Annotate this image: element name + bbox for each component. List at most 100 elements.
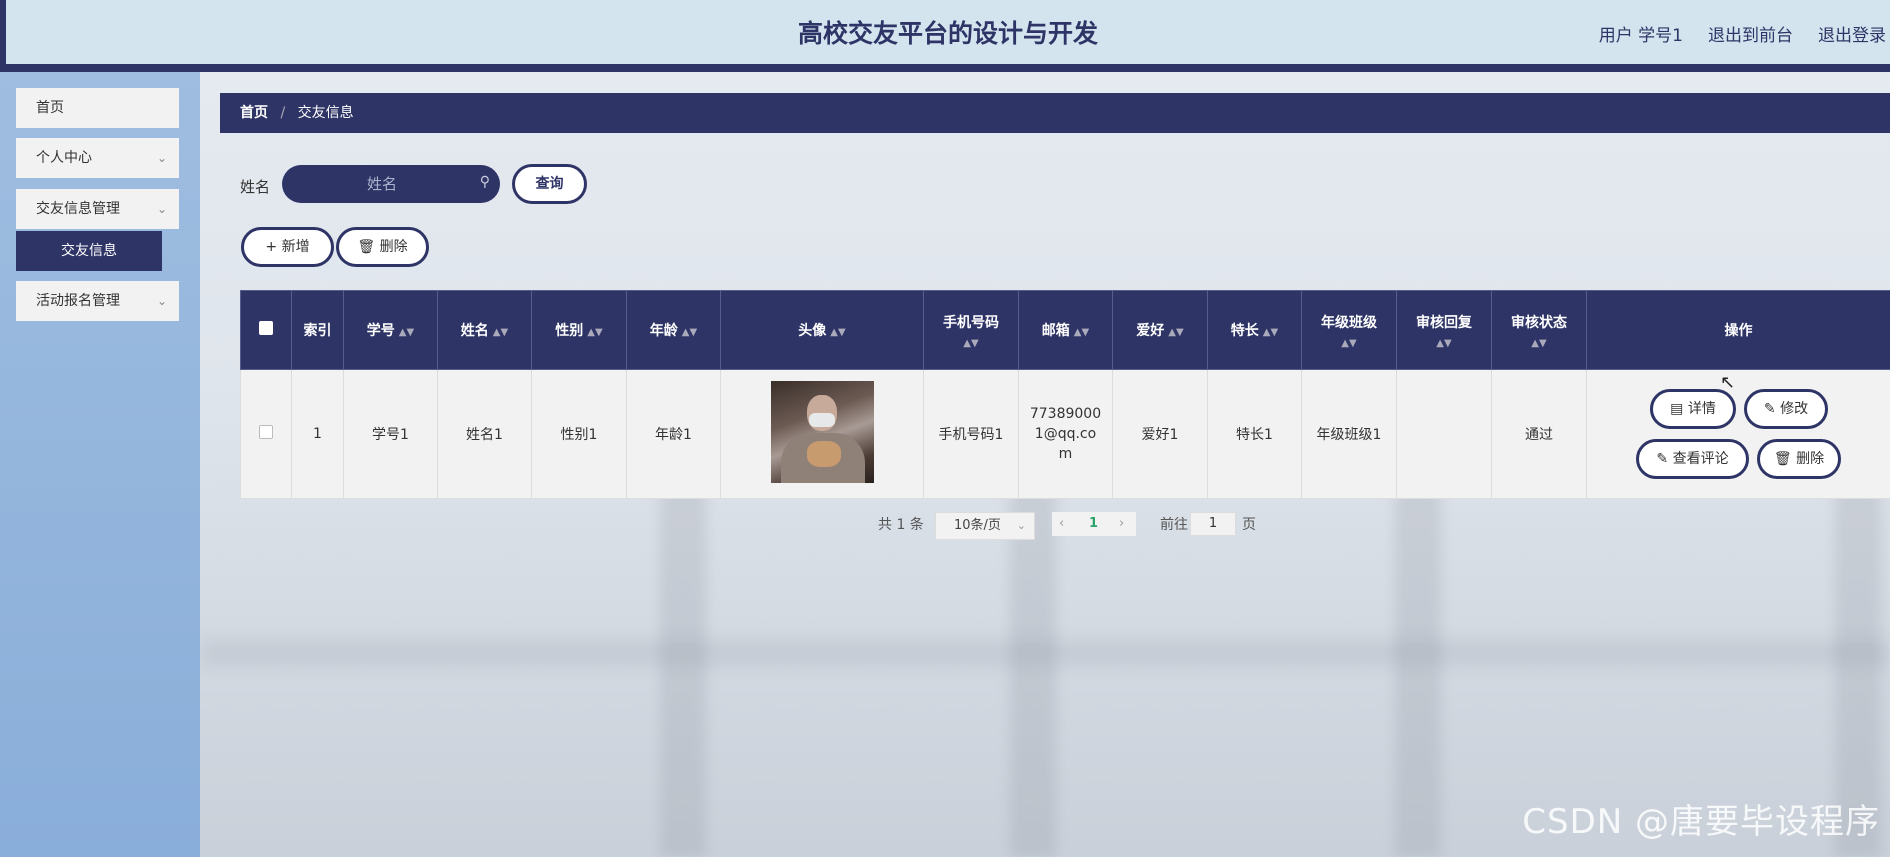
column-header[interactable]: 年龄 ▲▼ [626,290,721,370]
sidebar-item-activity-signup-management[interactable]: 活动报名管理 ⌄ [16,281,179,321]
page-number[interactable]: 1 [1089,512,1098,536]
sidebar-item-label: 首页 [36,100,64,116]
background-bar [200,640,1890,666]
sort-icon[interactable]: ▲▼ [1263,327,1278,338]
logout-link[interactable]: 退出登录 [1818,21,1886,46]
watermark: CSDN @唐要毕设程序 [1522,802,1880,842]
plus-icon: + [265,239,278,255]
column-header[interactable]: 姓名 ▲▼ [437,290,532,370]
background-pillar [1395,480,1441,857]
prev-page-icon[interactable]: ‹ [1059,512,1064,536]
column-label: 审核状态 [1511,314,1567,331]
column-header[interactable]: 特长 ▲▼ [1207,290,1302,370]
sort-icon[interactable]: ▲▼ [399,327,414,338]
search-box: ⚲ [282,165,500,203]
cell-avatar [720,369,924,499]
sort-icon[interactable]: ▲▼ [493,327,508,338]
cell-index: 1 [291,369,344,499]
column-header[interactable]: 手机号码 ▲▼ [923,290,1019,370]
page-size-value: 10条/页 [954,518,1001,533]
view-comments-button[interactable]: ✎ 查看评论 [1636,439,1749,479]
trash-icon: 🗑 [357,239,376,255]
exit-to-front-link[interactable]: 退出到前台 [1708,21,1793,46]
query-button[interactable]: 查询 [512,164,587,204]
top-header: 高校交友平台的设计与开发 用户 学号1 退出到前台 退出登录 [0,0,1890,72]
breadcrumb-home[interactable]: 首页 [240,105,268,121]
column-header[interactable]: 爱好 ▲▼ [1112,290,1208,370]
sort-icon[interactable]: ▲▼ [1397,338,1491,349]
sort-icon[interactable]: ▲▼ [682,327,697,338]
sort-icon[interactable]: ▲▼ [1074,327,1089,338]
column-label: 爱好 [1136,323,1165,339]
cell-age: 年龄1 [626,369,721,499]
column-label: 特长 [1230,323,1259,339]
column-header[interactable]: 审核回复 ▲▼ [1396,290,1492,370]
column-header[interactable]: 学号 ▲▼ [343,290,438,370]
chevron-down-icon: ⌄ [1016,519,1026,532]
pagination-nav: ‹ 1 › [1052,512,1136,536]
column-header[interactable]: 邮箱 ▲▼ [1018,290,1113,370]
breadcrumb-separator: / [280,105,286,121]
search-label: 姓名 [240,178,271,196]
column-label: 性别 [555,323,584,339]
delete-button-label: 删除 [379,239,408,255]
column-label: 审核回复 [1416,314,1472,331]
chevron-down-icon: ⌄ [156,151,167,165]
chevron-down-icon: ⌄ [156,294,167,308]
email-line: 77389000 [1029,406,1102,422]
search-icon: ⚲ [479,174,490,190]
select-all-checkbox[interactable] [259,321,273,335]
cell-name: 姓名1 [437,369,532,499]
cell-review-status: 通过 [1491,369,1587,499]
sort-icon[interactable]: ▲▼ [924,338,1018,349]
column-header[interactable]: 年级班级 ▲▼ [1301,290,1397,370]
view-comments-button-label: 查看评论 [1672,451,1729,467]
sort-icon[interactable]: ▲▼ [830,327,845,338]
next-page-icon[interactable]: › [1119,512,1124,536]
row-delete-button[interactable]: 🗑 删除 [1757,439,1841,479]
trash-icon: 🗑 [1773,451,1792,467]
row-checkbox[interactable] [259,425,273,439]
column-label: 手机号码 [943,314,999,331]
page-size-select[interactable]: 10条/页 ⌄ [935,512,1035,540]
cell-phone: 手机号码1 [923,369,1019,499]
column-header[interactable]: 头像 ▲▼ [720,290,924,370]
sort-icon[interactable]: ▲▼ [587,327,602,338]
sidebar-item-dating-info-management[interactable]: 交友信息管理 ⌄ [16,189,179,229]
cell-gender: 性别1 [531,369,627,499]
add-button[interactable]: + 新增 [241,227,334,267]
table-row: 1 学号1 姓名1 性别1 年龄1 手机号码1 77389000 1@qq.co… [240,369,1890,499]
cell-hobby: 爱好1 [1112,369,1208,499]
breadcrumb-current: 交友信息 [297,105,354,121]
sidebar-item-home[interactable]: 首页 [16,88,179,128]
pagination-total: 共 1 条 [878,517,924,533]
pencil-icon: ✎ [1656,451,1669,467]
column-label: 学号 [366,323,395,339]
mouse-cursor-icon: ↖ [1720,372,1736,393]
detail-button[interactable]: ▤ 详情 [1650,389,1736,429]
user-label[interactable]: 用户 学号1 [1599,21,1683,46]
document-icon: ▤ [1670,401,1684,417]
add-button-label: 新增 [281,239,310,255]
goto-page-input[interactable]: 1 [1190,512,1236,536]
sidebar-item-personal-center[interactable]: 个人中心 ⌄ [16,138,179,178]
cell-specialty: 特长1 [1207,369,1302,499]
cell-student-no: 学号1 [343,369,438,499]
sort-icon[interactable]: ▲▼ [1302,338,1396,349]
column-header[interactable]: 性别 ▲▼ [531,290,627,370]
page-suffix: 页 [1242,517,1256,533]
edit-button-label: 修改 [1780,401,1809,417]
column-header[interactable]: 审核状态 ▲▼ [1491,290,1587,370]
chevron-down-icon: ⌄ [156,202,167,216]
breadcrumb: 首页 / 交友信息 [220,93,1890,133]
name-search-input[interactable] [292,165,472,203]
sidebar-item-label: 活动报名管理 [36,293,120,309]
pencil-icon: ✎ [1763,401,1776,417]
background-pillar [660,480,706,857]
avatar-image[interactable] [770,381,874,483]
batch-delete-button[interactable]: 🗑 删除 [336,227,429,267]
edit-button[interactable]: ✎ 修改 [1744,389,1828,429]
sort-icon[interactable]: ▲▼ [1168,327,1183,338]
sidebar-item-dating-info[interactable]: 交友信息 [16,231,162,271]
sort-icon[interactable]: ▲▼ [1492,338,1586,349]
